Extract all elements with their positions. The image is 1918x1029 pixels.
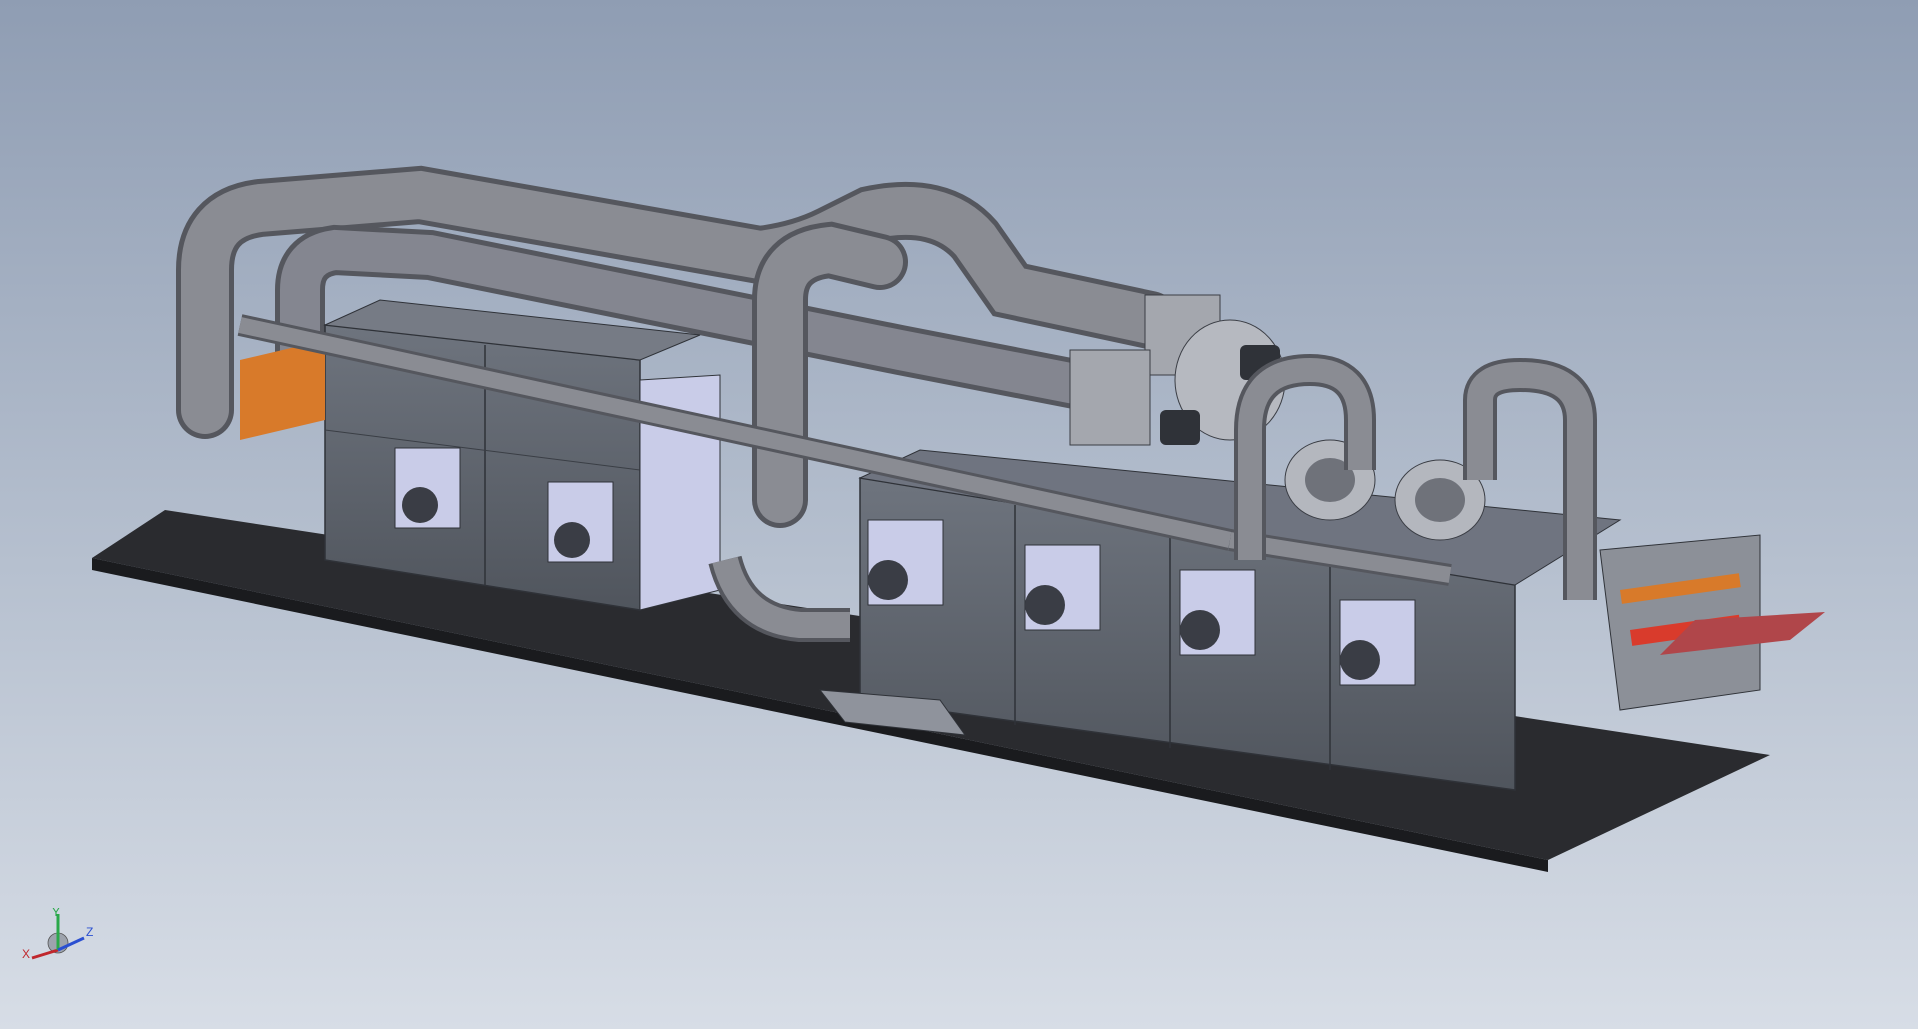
triad-x-label: X	[22, 947, 30, 961]
outlet-roller-unit[interactable]	[1599, 534, 1825, 711]
triad-z-label: Z	[86, 925, 93, 939]
dryer-assembly-model[interactable]	[0, 0, 1918, 1029]
axis-triad: X Y Z	[22, 908, 93, 961]
triad-y-label: Y	[52, 908, 60, 919]
cad-viewport[interactable]: X Y Z	[0, 0, 1918, 1029]
triad-x-axis	[31, 948, 59, 960]
